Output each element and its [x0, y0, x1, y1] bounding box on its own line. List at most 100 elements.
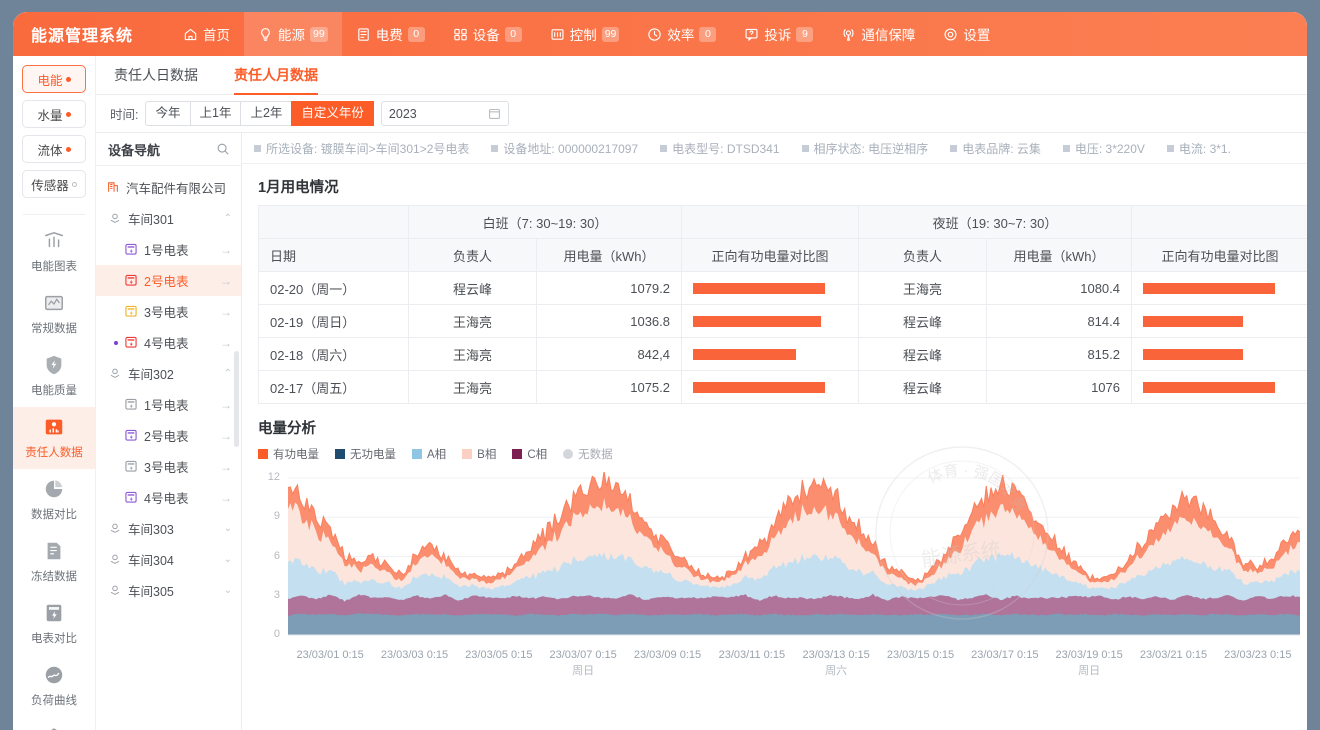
tree-node-3号电表[interactable]: 3号电表 →: [96, 296, 241, 327]
year-input-value: 2023: [388, 106, 417, 121]
tree-node-label: 车间305: [128, 585, 174, 599]
chart-y-tick: 9: [273, 510, 280, 523]
tree-node-2号电表[interactable]: 2号电表 →: [96, 265, 241, 296]
device-tree-title: 设备导航: [108, 142, 161, 158]
tree-node-label: 1号电表: [144, 399, 189, 413]
tree-node-4号电表[interactable]: 4号电表 →: [96, 482, 241, 513]
home-icon: [183, 27, 198, 42]
control-icon: [550, 27, 565, 42]
device-info-item: 电压: 3*220V: [1062, 140, 1145, 157]
tree-node-车间302[interactable]: 车间302 ⌃: [96, 358, 241, 389]
tree-node-车间301[interactable]: 车间301 ⌃: [96, 203, 241, 234]
calendar-icon[interactable]: [488, 107, 501, 120]
tree-node-label: 3号电表: [144, 461, 189, 475]
tree-node-车间303[interactable]: 车间303 ⌄: [96, 513, 241, 544]
bar-fill: [693, 381, 826, 393]
cell-date: 02-20（周一）: [258, 271, 409, 305]
chevron-right-icon[interactable]: →: [220, 243, 232, 257]
nav-item-控制[interactable]: 控制 99: [536, 12, 634, 56]
nav-item-首页[interactable]: 首页: [169, 12, 244, 56]
bill-icon: [356, 27, 371, 42]
rail-item-负荷曲线[interactable]: 负荷曲线: [13, 655, 95, 717]
year-input[interactable]: 2023: [380, 101, 509, 126]
cell-day-person: 王海亮: [408, 304, 537, 338]
chevron-right-icon[interactable]: →: [220, 491, 232, 505]
nav-item-设备[interactable]: 设备 0: [439, 12, 536, 56]
time-range-button-上1年[interactable]: 上1年: [189, 101, 241, 126]
rail-item-冻结数据[interactable]: 冻结数据: [13, 531, 95, 593]
nav-item-通信保障[interactable]: 通信保障: [827, 12, 929, 56]
tab-责任人日数据[interactable]: 责任人日数据: [114, 56, 198, 95]
tree-node-label: 4号电表: [144, 337, 189, 351]
tree-node-3号电表[interactable]: 3号电表 →: [96, 451, 241, 482]
leaf-status-dot-icon: [114, 340, 118, 345]
rail-item-责任人数据[interactable]: 责任人数据: [13, 407, 95, 469]
table-row[interactable]: 02-18（周六） 王海亮 842,4 程云峰 815.2: [258, 337, 1307, 371]
legend-item-无数据[interactable]: 无数据: [563, 446, 613, 462]
tree-node-汽车配件有限公司[interactable]: 汽车配件有限公司: [96, 172, 241, 203]
legend-item-无功电量[interactable]: 无功电量: [335, 446, 396, 462]
rail-item-数据对比[interactable]: 数据对比: [13, 469, 95, 531]
rail-item-电表对比[interactable]: 电表对比: [13, 593, 95, 655]
tree-node-2号电表[interactable]: 2号电表 →: [96, 420, 241, 451]
bar-fill: [693, 348, 797, 360]
rail-item-电能质量[interactable]: 电能质量: [13, 345, 95, 407]
legend-swatch: [335, 449, 345, 459]
chevron-right-icon[interactable]: →: [220, 274, 232, 288]
nav-item-能源[interactable]: 能源 99: [244, 12, 342, 56]
table-row[interactable]: 02-19（周日） 王海亮 1036.8 程云峰 814.4: [258, 304, 1307, 338]
rail-item-常规数据[interactable]: 常规数据: [13, 283, 95, 345]
chevron-up-icon[interactable]: ⌃: [224, 213, 232, 224]
energy-chip-电能[interactable]: 电能: [22, 65, 86, 93]
legend-item-A相[interactable]: A相: [412, 446, 446, 462]
status-dot-icon: [65, 111, 71, 117]
legend-item-有功电量[interactable]: 有功电量: [258, 446, 319, 462]
table-row[interactable]: 02-17（周五） 王海亮 1075.2 程云峰 1076: [258, 370, 1307, 404]
tree-node-1号电表[interactable]: 1号电表 →: [96, 389, 241, 420]
table-column-header: 负责人: [858, 238, 987, 272]
bullet-square-icon: [1166, 144, 1174, 152]
chevron-up-icon[interactable]: ⌃: [224, 368, 232, 379]
chart-x-sublabel: 周日: [572, 665, 595, 677]
chevron-right-icon[interactable]: →: [220, 305, 232, 319]
nav-item-电费[interactable]: 电费 0: [342, 12, 439, 56]
search-icon[interactable]: [216, 142, 230, 156]
chart-x-tick: 23/03/23 0:15: [1224, 649, 1292, 661]
legend-swatch: [563, 449, 574, 459]
tree-node-4号电表[interactable]: 4号电表 →: [96, 327, 241, 358]
energy-chip-水量[interactable]: 水量: [22, 100, 86, 128]
chart-y-tick: 12: [267, 471, 280, 483]
chevron-down-icon[interactable]: ⌄: [224, 554, 232, 565]
tree-node-车间305[interactable]: 车间305 ⌄: [96, 575, 241, 606]
tree-node-车间304[interactable]: 车间304 ⌄: [96, 544, 241, 575]
chevron-down-icon[interactable]: ⌄: [224, 523, 232, 534]
chevron-right-icon[interactable]: →: [220, 460, 232, 474]
nav-item-设置[interactable]: 设置: [929, 12, 1004, 56]
chevron-right-icon[interactable]: →: [220, 429, 232, 443]
chevron-down-icon[interactable]: ⌄: [224, 585, 232, 596]
group-header-blank-3: [1131, 205, 1307, 239]
responsible-person-table: 白班（7: 30~19: 30） 夜班（19: 30~7: 30） 日期 负责人用…: [258, 205, 1307, 404]
rail-item-谐波监测[interactable]: 谐波监测: [13, 717, 95, 730]
tab-责任人月数据[interactable]: 责任人月数据: [234, 56, 318, 95]
nav-item-投诉[interactable]: 投诉 9: [730, 12, 827, 56]
tree-scrollbar[interactable]: [234, 351, 239, 447]
rail-item-label-wrap: 责任人数据: [25, 444, 83, 460]
rail-item-电能图表[interactable]: 电能图表: [13, 221, 95, 283]
table-row[interactable]: 02-20（周一） 程云峰 1079.2 王海亮 1080.4: [258, 271, 1307, 305]
energy-chip-传感器[interactable]: 传感器: [22, 170, 86, 198]
time-range-button-上2年[interactable]: 上2年: [240, 101, 292, 126]
table-group-header-row: 白班（7: 30~19: 30） 夜班（19: 30~7: 30）: [258, 205, 1307, 239]
time-range-button-自定义年份[interactable]: 自定义年份: [291, 101, 374, 126]
chart-x-tick: 23/03/03 0:15: [380, 649, 449, 661]
energy-chip-流体[interactable]: 流体: [22, 135, 86, 163]
legend-item-C相[interactable]: C相: [512, 446, 547, 462]
chevron-right-icon[interactable]: →: [220, 336, 232, 350]
nav-item-效率[interactable]: 效率 0: [633, 12, 730, 56]
bullet-square-icon: [660, 144, 668, 152]
legend-item-B相[interactable]: B相: [462, 446, 496, 462]
energy-chip-label: 流体: [37, 143, 63, 158]
chevron-right-icon[interactable]: →: [220, 398, 232, 412]
time-range-button-今年[interactable]: 今年: [145, 101, 190, 126]
tree-node-1号电表[interactable]: 1号电表 →: [96, 234, 241, 265]
